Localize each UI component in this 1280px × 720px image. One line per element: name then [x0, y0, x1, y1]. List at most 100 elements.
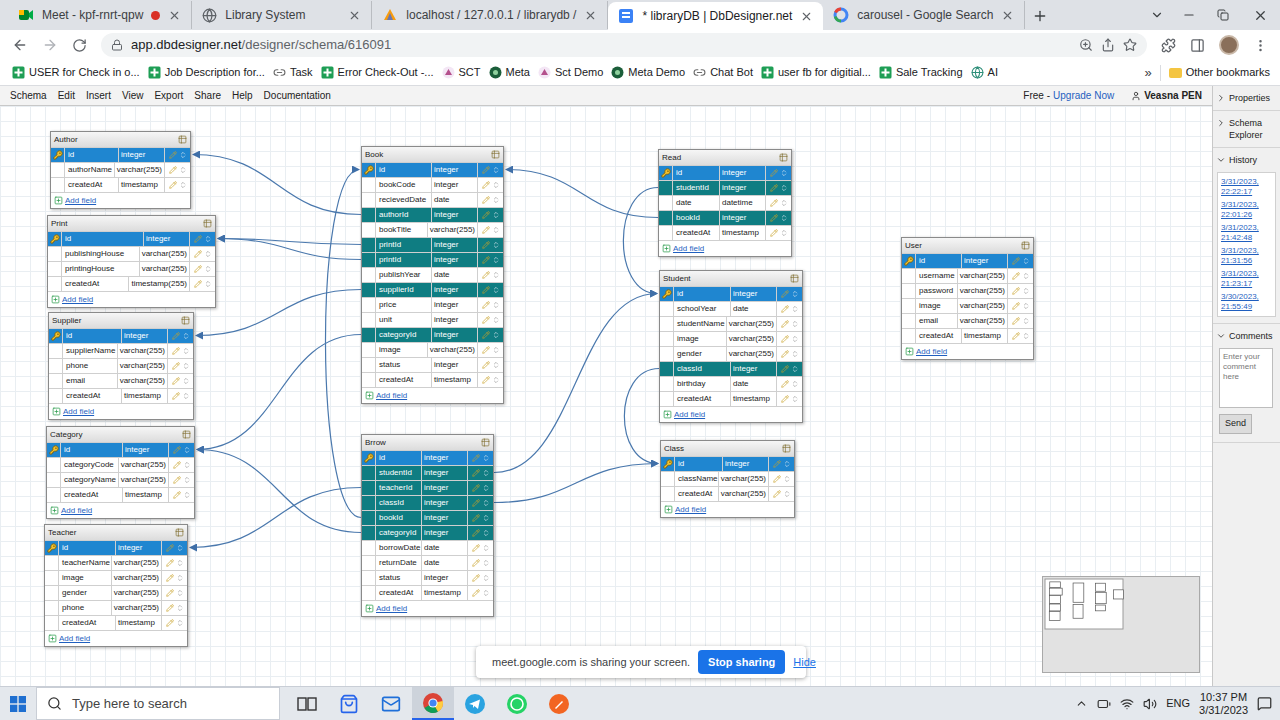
reorder-icon[interactable] — [492, 286, 500, 294]
reorder-icon[interactable] — [179, 181, 187, 189]
close-tab-icon[interactable] — [1001, 9, 1014, 22]
reorder-icon[interactable] — [791, 290, 799, 298]
bookmark[interactable]: Meta Demo — [607, 62, 689, 84]
edit-icon[interactable] — [166, 544, 174, 552]
tab-search-button[interactable] — [1142, 0, 1172, 30]
edit-icon[interactable] — [472, 514, 480, 522]
reorder-icon[interactable] — [492, 211, 500, 219]
user-menu[interactable]: Veasna PEN — [1131, 88, 1202, 103]
reorder-icon[interactable] — [482, 559, 490, 567]
bookmark[interactable]: Job Description for... — [144, 62, 269, 84]
edit-icon[interactable] — [194, 280, 202, 288]
profile-avatar[interactable] — [1219, 35, 1239, 55]
relation-line[interactable] — [193, 155, 361, 215]
edit-icon[interactable] — [482, 166, 490, 174]
history-item[interactable]: 3/31/2023, 21:23:17 — [1221, 269, 1272, 289]
reorder-icon[interactable] — [780, 229, 788, 237]
upgrade-link[interactable]: Upgrade Now — [1053, 88, 1114, 103]
reorder-icon[interactable] — [791, 365, 799, 373]
table-field[interactable]: createdAttimestamp — [660, 391, 802, 406]
edit-icon[interactable] — [770, 229, 778, 237]
menu-item[interactable]: Share — [194, 88, 221, 103]
edit-icon[interactable] — [770, 199, 778, 207]
edit-icon[interactable] — [169, 151, 177, 159]
more-bookmarks-button[interactable]: » — [1140, 63, 1155, 83]
table-field[interactable]: categoryCodevarchar(255) — [47, 457, 194, 472]
schema-canvas[interactable]: AuthoridintegerauthorNamevarchar(255)cre… — [0, 106, 1212, 686]
edit-icon[interactable] — [781, 290, 789, 298]
table-field[interactable]: idinteger — [49, 328, 193, 343]
table-field[interactable]: authorIdinteger — [362, 207, 503, 222]
reorder-icon[interactable] — [176, 574, 184, 582]
reorder-icon[interactable] — [780, 214, 788, 222]
edit-icon[interactable] — [770, 184, 778, 192]
edit-icon[interactable] — [482, 286, 490, 294]
edit-icon[interactable] — [472, 544, 480, 552]
reorder-icon[interactable] — [176, 544, 184, 552]
reorder-icon[interactable] — [791, 305, 799, 313]
edit-icon[interactable] — [166, 559, 174, 567]
reorder-icon[interactable] — [482, 574, 490, 582]
table-field[interactable]: statusinteger — [362, 570, 493, 585]
table-options-icon[interactable] — [203, 219, 212, 228]
reorder-icon[interactable] — [176, 619, 184, 627]
table-field[interactable]: createdAttimestamp — [49, 388, 193, 403]
browser-tab[interactable]: * libraryDB | DbDesigner.net — [608, 2, 823, 30]
table-node[interactable]: BookidintegerbookCodeintegerrecievedDate… — [361, 146, 504, 404]
edit-icon[interactable] — [166, 574, 174, 582]
edit-icon[interactable] — [781, 365, 789, 373]
add-field-button[interactable]: Add field — [659, 240, 791, 256]
close-tab-icon[interactable] — [584, 9, 597, 22]
table-node[interactable]: AuthoridintegerauthorNamevarchar(255)cre… — [50, 131, 191, 209]
panel-section-header[interactable]: Comments — [1213, 324, 1280, 348]
table-field[interactable]: categoryIdinteger — [362, 525, 493, 540]
reorder-icon[interactable] — [1022, 287, 1030, 295]
bookmark[interactable]: user fb for digitial... — [757, 62, 875, 84]
reorder-icon[interactable] — [783, 490, 791, 498]
wifi-icon[interactable] — [1120, 697, 1134, 711]
bookmark[interactable]: AI — [967, 62, 1002, 84]
bookmark[interactable]: Chat Bot — [689, 62, 757, 84]
table-node[interactable]: SupplieridintegersupplierNamevarchar(255… — [48, 312, 194, 420]
relation-line[interactable] — [624, 369, 659, 464]
reorder-icon[interactable] — [482, 469, 490, 477]
table-field[interactable]: createdAttimestamp — [362, 585, 493, 600]
reorder-icon[interactable] — [182, 392, 190, 400]
edit-icon[interactable] — [773, 460, 781, 468]
edit-icon[interactable] — [169, 181, 177, 189]
edit-icon[interactable] — [472, 559, 480, 567]
menu-item[interactable]: Export — [154, 88, 183, 103]
bookmark[interactable]: Sct Demo — [534, 62, 607, 84]
relation-line[interactable] — [494, 464, 658, 503]
tray-overflow-icon[interactable] — [1075, 697, 1088, 710]
restore-button[interactable] — [1206, 0, 1240, 30]
table-field[interactable]: idinteger — [45, 540, 187, 555]
relation-line[interactable] — [190, 488, 361, 548]
table-field[interactable]: schoolYeardate — [660, 301, 802, 316]
table-node[interactable]: ClassidintegerclassNamevarchar(255)creat… — [660, 440, 795, 518]
edit-icon[interactable] — [482, 256, 490, 264]
reorder-icon[interactable] — [183, 476, 191, 484]
table-field[interactable]: datedatetime — [659, 195, 791, 210]
relation-line[interactable] — [218, 239, 361, 260]
add-field-button[interactable]: Add field — [48, 291, 215, 307]
edit-icon[interactable] — [472, 484, 480, 492]
edit-icon[interactable] — [472, 529, 480, 537]
table-options-icon[interactable] — [1021, 241, 1030, 250]
edit-icon[interactable] — [173, 461, 181, 469]
table-field[interactable]: supplierIdinteger — [362, 282, 503, 297]
add-field-button[interactable]: Add field — [661, 501, 794, 517]
table-field[interactable]: phonevarchar(255) — [45, 600, 187, 615]
reorder-icon[interactable] — [182, 362, 190, 370]
reorder-icon[interactable] — [780, 199, 788, 207]
reorder-icon[interactable] — [204, 280, 212, 288]
table-field[interactable]: printingHousevarchar(255) — [48, 261, 215, 276]
reorder-icon[interactable] — [176, 589, 184, 597]
edit-icon[interactable] — [472, 454, 480, 462]
table-field[interactable]: createdAttimestamp — [362, 372, 503, 387]
reorder-icon[interactable] — [492, 181, 500, 189]
table-field[interactable]: teacherIdinteger — [362, 480, 493, 495]
table-field[interactable]: priceinteger — [362, 297, 503, 312]
table-field[interactable]: returnDatedate — [362, 555, 493, 570]
reorder-icon[interactable] — [183, 446, 191, 454]
